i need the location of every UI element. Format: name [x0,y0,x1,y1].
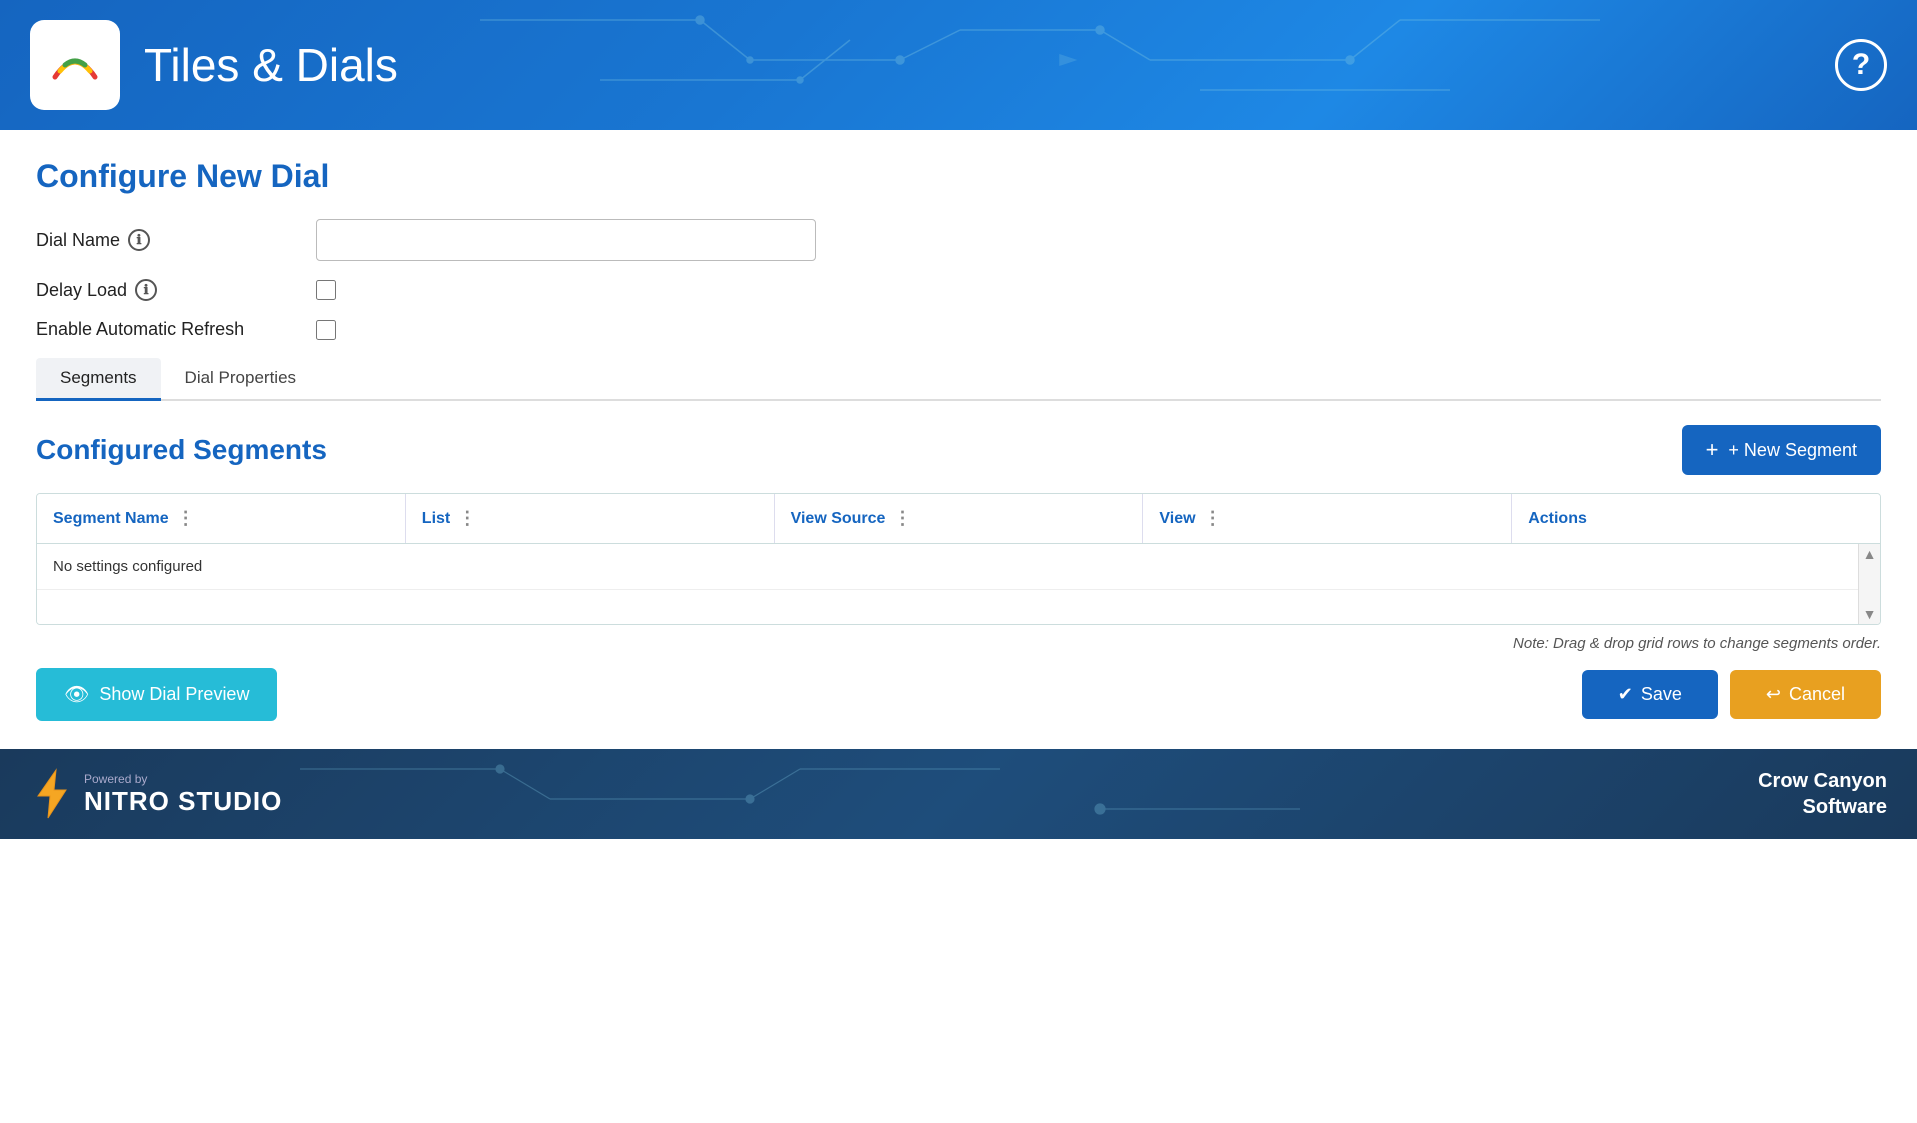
delay-load-info-icon[interactable]: ℹ [135,279,157,301]
tab-segments[interactable]: Segments [36,358,161,401]
delay-load-checkbox[interactable] [316,280,336,300]
drag-drop-note: Note: Drag & drop grid rows to change se… [36,635,1881,652]
app-logo-icon [45,35,105,95]
col-actions: Actions [1512,494,1880,543]
list-sort-icon[interactable]: ⋮ [458,508,477,529]
footer-brand-text: Powered by NITRO STUDIO [84,772,282,817]
segments-table: Segment Name ⋮ List ⋮ View Source ⋮ View… [36,493,1881,625]
dial-name-input[interactable] [316,219,816,261]
tabs-container: Segments Dial Properties [36,358,1881,401]
scroll-up-arrow[interactable]: ▲ [1863,546,1877,562]
col-view-source: View Source ⋮ [775,494,1144,543]
new-segment-button[interactable]: + + New Segment [1682,425,1881,475]
return-icon: ↩ [1766,684,1781,705]
enable-refresh-checkbox[interactable] [316,320,336,340]
show-dial-preview-button[interactable]: 👁 Show Dial Preview [36,668,277,721]
tab-dial-properties[interactable]: Dial Properties [161,358,321,401]
nitro-studio-label: NITRO STUDIO [84,786,282,817]
table-body: No settings configured [37,544,1880,624]
help-button[interactable]: ? [1835,39,1887,91]
dial-name-row: Dial Name ℹ [36,219,1881,261]
bottom-actions: 👁 Show Dial Preview ✔ Save ↩ Cancel [36,668,1881,721]
main-content: Configure New Dial Dial Name ℹ Delay Loa… [0,130,1917,749]
app-logo-wrap [30,20,120,110]
save-button[interactable]: ✔ Save [1582,670,1718,719]
empty-message: No settings configured [37,544,1880,589]
enable-refresh-row: Enable Automatic Refresh [36,319,1881,340]
footer-logo: Powered by NITRO STUDIO [30,768,282,820]
view-sort-icon[interactable]: ⋮ [1204,508,1223,529]
table-scrollbar[interactable]: ▲ ▼ [1858,544,1880,624]
page-title: Tiles & Dials [144,38,398,92]
app-header: Tiles & Dials ? [0,0,1917,130]
footer-bg-pattern [0,749,1917,839]
cancel-button[interactable]: ↩ Cancel [1730,670,1881,719]
configure-title: Configure New Dial [36,158,1881,195]
nitro-logo-icon [30,768,74,820]
footer-crow-canyon: Crow Canyon Software [1758,768,1887,820]
segment-name-sort-icon[interactable]: ⋮ [177,508,196,529]
view-source-sort-icon[interactable]: ⋮ [893,508,912,529]
dial-name-info-icon[interactable]: ℹ [128,229,150,251]
scroll-down-arrow[interactable]: ▼ [1863,606,1877,622]
save-cancel-group: ✔ Save ↩ Cancel [1582,670,1881,719]
table-scroll-area: No settings configured ▲ ▼ [37,544,1880,624]
delay-load-label: Delay Load ℹ [36,279,316,301]
col-view: View ⋮ [1143,494,1512,543]
segments-title: Configured Segments [36,434,327,466]
dial-name-label: Dial Name ℹ [36,229,316,251]
col-segment-name: Segment Name ⋮ [37,494,406,543]
col-list: List ⋮ [406,494,775,543]
checkmark-icon: ✔ [1618,684,1633,705]
enable-refresh-label: Enable Automatic Refresh [36,319,316,340]
table-empty-row: No settings configured [37,544,1880,590]
eye-icon: 👁 [64,682,89,707]
segments-section-header: Configured Segments + + New Segment [36,425,1881,475]
table-header: Segment Name ⋮ List ⋮ View Source ⋮ View… [37,494,1880,544]
app-footer: Powered by NITRO STUDIO Crow Canyon Soft… [0,749,1917,839]
delay-load-row: Delay Load ℹ [36,279,1881,301]
plus-icon: + [1706,437,1719,463]
